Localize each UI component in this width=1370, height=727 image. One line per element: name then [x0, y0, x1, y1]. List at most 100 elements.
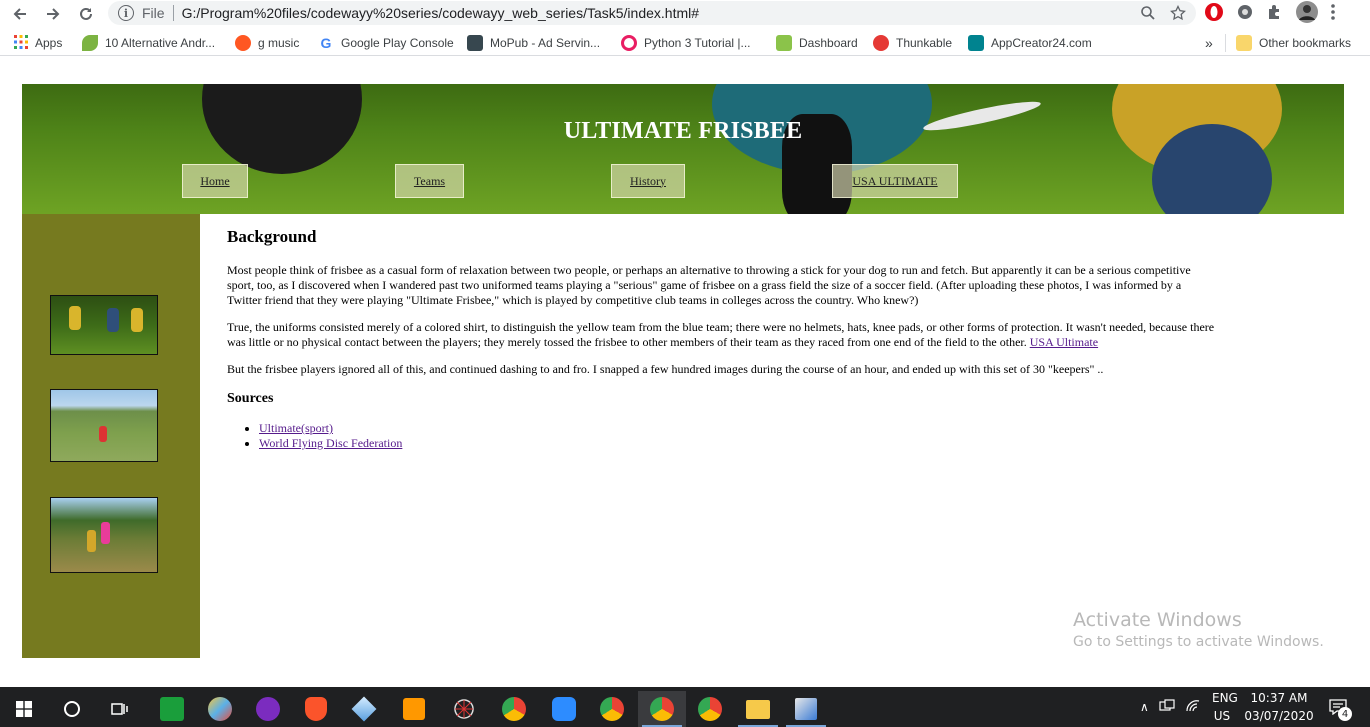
- url-separator: [172, 5, 174, 21]
- player-figure: [101, 522, 110, 544]
- profile-avatar[interactable]: [1296, 0, 1318, 28]
- photo-thumbnail-2[interactable]: [50, 389, 158, 462]
- site-title: ULTIMATE FRISBEE: [563, 118, 803, 144]
- menu-dots-icon[interactable]: [1330, 3, 1336, 26]
- nav-history[interactable]: History: [611, 164, 685, 198]
- python-tutorial-icon: [621, 35, 637, 51]
- file-explorer-icon[interactable]: [734, 691, 782, 727]
- search-circle-icon[interactable]: [48, 691, 96, 727]
- bookmark-apps[interactable]: Apps: [14, 34, 62, 52]
- thunkable-icon: [873, 35, 889, 51]
- clock[interactable]: 10:37 AM 03/07/2020: [1244, 687, 1313, 727]
- back-icon[interactable]: [8, 2, 32, 26]
- more-bookmarks-button[interactable]: »: [1205, 34, 1213, 52]
- sources-list: Ultimate(sport) World Flying Disc Federa…: [259, 421, 1217, 451]
- bookmark-label: Thunkable: [896, 36, 953, 50]
- bookmark-label: MoPub - Ad Servin...: [490, 36, 601, 50]
- system-tray: ∧: [1140, 687, 1201, 727]
- reload-icon[interactable]: [74, 2, 98, 26]
- bookmark-item[interactable]: 10 Alternative Andr...: [82, 34, 215, 52]
- bookmark-label: AppCreator24.com: [991, 36, 1092, 50]
- bookmark-item[interactable]: MoPub - Ad Servin...: [467, 34, 600, 52]
- bookmark-label: Other bookmarks: [1259, 36, 1352, 50]
- source-link-wfdf[interactable]: World Flying Disc Federation: [259, 436, 402, 450]
- nav-home[interactable]: Home: [182, 164, 248, 198]
- photo-thumbnail-3[interactable]: [50, 497, 158, 573]
- google-icon: G: [320, 35, 332, 51]
- windows-taskbar: ∧ ENG US 10:37 AM 03/07/2020 4: [0, 687, 1370, 727]
- url-text[interactable]: G:/Program%20files/codewayy%20series/cod…: [182, 5, 699, 21]
- other-bookmarks[interactable]: Other bookmarks: [1225, 34, 1351, 52]
- player-figure: [69, 306, 81, 330]
- brave-browser-icon[interactable]: [292, 691, 340, 727]
- web-page: ULTIMATE FRISBEE Home Teams History USA …: [0, 57, 1370, 687]
- player-figure: [107, 308, 119, 332]
- 3d-box-icon[interactable]: [340, 691, 388, 727]
- zoom-app-icon[interactable]: [540, 691, 588, 727]
- zoom-icon[interactable]: [1140, 5, 1156, 24]
- language-indicator[interactable]: ENG US: [1212, 687, 1238, 727]
- forward-icon[interactable]: [41, 2, 65, 26]
- bookmark-item[interactable]: G Google Play Console: [318, 34, 454, 52]
- bookmarks-bar: Apps 10 Alternative Andr... g music G Go…: [0, 30, 1370, 56]
- nav-teams[interactable]: Teams: [395, 164, 464, 198]
- watermark-subtitle: Go to Settings to activate Windows.: [1073, 634, 1324, 650]
- app-green-icon[interactable]: [148, 691, 196, 727]
- bookmark-label: Google Play Console: [341, 36, 454, 50]
- activate-windows-watermark: Activate Windows Go to Settings to activ…: [1073, 609, 1324, 650]
- bookmark-item[interactable]: Thunkable: [873, 34, 952, 52]
- control-panel-icon[interactable]: [782, 691, 830, 727]
- bookmark-item[interactable]: g music: [235, 34, 299, 52]
- photo-thumbnail-1[interactable]: [50, 295, 158, 355]
- chrome-icon[interactable]: [588, 691, 636, 727]
- browser-toolbar: i File G:/Program%20files/codewayy%20ser…: [0, 0, 1370, 28]
- chevron-up-icon[interactable]: ∧: [1140, 700, 1149, 714]
- star-icon[interactable]: [1170, 4, 1186, 24]
- chrome-profile-icon[interactable]: [686, 691, 734, 727]
- bookmark-label: Apps: [35, 36, 63, 50]
- chrome-active-icon[interactable]: [638, 691, 686, 727]
- bookmark-item[interactable]: Python 3 Tutorial |...: [621, 34, 751, 52]
- info-icon[interactable]: i: [118, 5, 134, 21]
- opera-extension-icon[interactable]: [1204, 2, 1224, 27]
- player-figure: [99, 426, 107, 442]
- bookmark-label: Python 3 Tutorial |...: [644, 36, 751, 50]
- bookmark-item[interactable]: AppCreator24.com: [968, 34, 1092, 52]
- section-heading: Background: [227, 227, 317, 246]
- music-icon: [235, 35, 251, 51]
- usa-ultimate-link[interactable]: USA Ultimate: [1030, 335, 1098, 349]
- sublime-text-icon[interactable]: [390, 691, 438, 727]
- extension-circle-icon[interactable]: [1236, 3, 1254, 26]
- bookmark-label: g music: [258, 36, 300, 50]
- chevron-double-right-icon: »: [1205, 35, 1213, 51]
- address-bar[interactable]: i File G:/Program%20files/codewayy%20ser…: [108, 1, 1196, 25]
- leaf-icon: [82, 35, 98, 51]
- start-windows-icon[interactable]: [0, 691, 48, 727]
- sources-heading: Sources: [227, 391, 274, 406]
- chrome-profile-m-icon[interactable]: [490, 691, 538, 727]
- list-item: Ultimate(sport): [259, 421, 1217, 436]
- spider-app-icon[interactable]: [440, 691, 488, 727]
- watermark-title: Activate Windows: [1073, 609, 1242, 631]
- clock-date: 03/07/2020: [1244, 709, 1314, 723]
- extensions-puzzle-icon[interactable]: [1266, 3, 1284, 26]
- mopub-icon: [467, 35, 483, 51]
- podcast-app-icon[interactable]: [244, 691, 292, 727]
- source-link-ultimate[interactable]: Ultimate(sport): [259, 421, 333, 435]
- notification-center[interactable]: 4: [1324, 687, 1352, 727]
- player-figure: [87, 530, 96, 552]
- main-content: Background Most people think of frisbee …: [227, 227, 1217, 451]
- player-figure: [131, 308, 143, 332]
- paint-icon[interactable]: [196, 691, 244, 727]
- notification-count-badge: 4: [1338, 707, 1352, 721]
- nav-usa-ultimate[interactable]: USA ULTIMATE: [832, 164, 958, 198]
- folder-icon: [1236, 35, 1252, 51]
- task-view-icon[interactable]: [96, 691, 144, 727]
- language-label: ENG: [1212, 691, 1238, 705]
- network-icon[interactable]: [1159, 698, 1175, 716]
- wifi-icon[interactable]: [1185, 699, 1201, 716]
- region-label: US: [1213, 709, 1231, 723]
- bookmark-label: Dashboard: [799, 36, 858, 50]
- appcreator-icon: [968, 35, 984, 51]
- bookmark-item[interactable]: Dashboard: [776, 34, 858, 52]
